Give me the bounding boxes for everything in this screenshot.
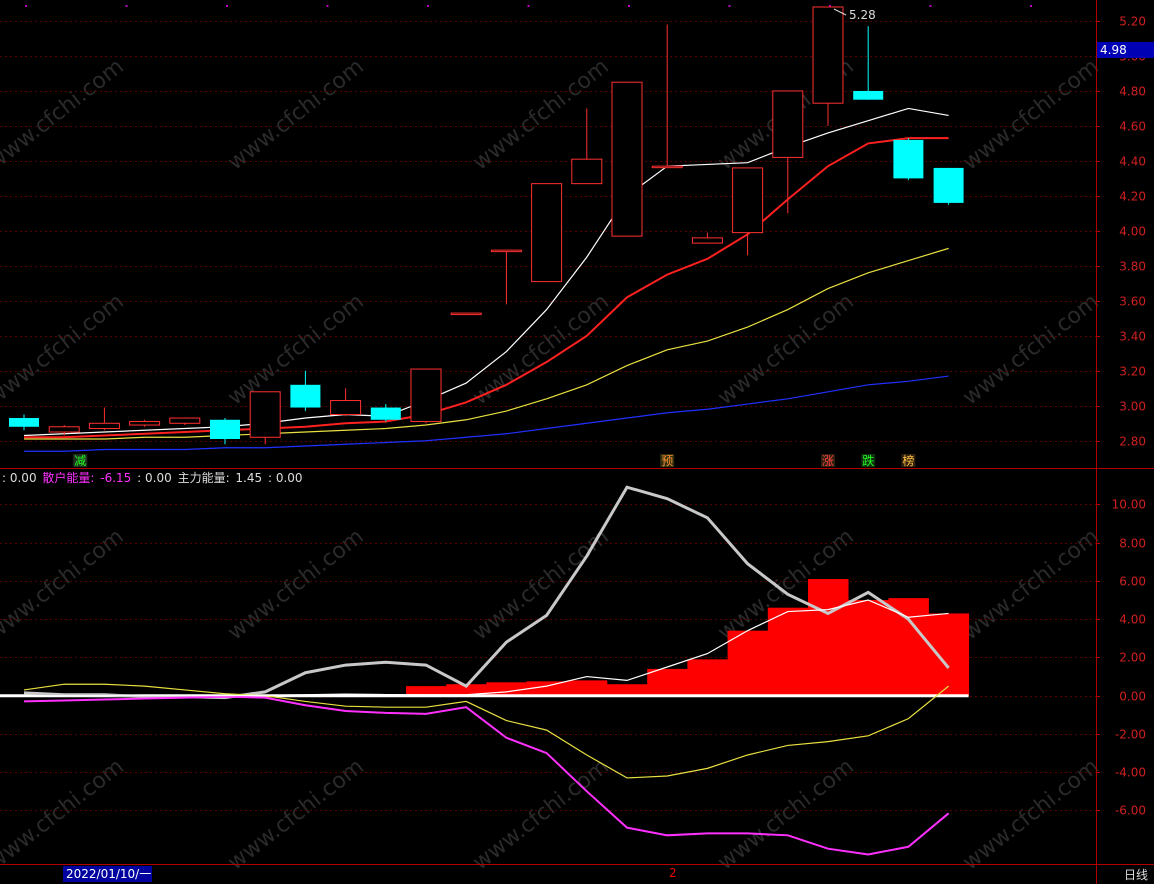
candle-body <box>410 368 442 423</box>
energy-bar <box>566 680 608 696</box>
y-tick-label: 4.80 <box>1119 85 1146 99</box>
energy-bar <box>848 600 889 696</box>
top-dot <box>628 5 630 7</box>
y-tick-label: 8.00 <box>1119 537 1146 551</box>
legend-value-main: 1.45 <box>235 471 263 485</box>
watermark-text: www.cfchi.com <box>958 54 1103 175</box>
candle-body <box>249 391 281 438</box>
candle-body <box>210 419 240 440</box>
candle-body <box>490 249 522 253</box>
candle-body <box>450 312 482 316</box>
legend-label-main: 主力能量: <box>177 471 234 485</box>
y-tick-label: 3.00 <box>1119 400 1146 414</box>
signal-marker: 榜 <box>902 453 914 468</box>
y-tick-label: -4.00 <box>1115 766 1146 780</box>
energy-bar <box>808 579 849 696</box>
top-dot <box>728 5 731 7</box>
candle-body <box>330 400 362 416</box>
stock-chart-canvas[interactable]: www.cfchi.com www.cfchi.com www.cfchi.com w… <box>0 0 1154 884</box>
legend-item-4: : 0.00 <box>267 471 303 485</box>
y-tick-label: 6.00 <box>1119 575 1146 589</box>
watermark-text: www.cfchi.com <box>468 54 613 175</box>
candle-body <box>290 384 321 408</box>
watermark-text: www.cfchi.com <box>0 754 129 875</box>
high-price-label: 5.28 <box>849 8 876 22</box>
energy-bar <box>928 613 970 696</box>
energy-bar <box>647 668 688 696</box>
candle-body <box>9 418 39 427</box>
y-tick-label: 0.00 <box>1119 690 1146 704</box>
top-dot <box>1030 5 1032 7</box>
legend-label-retail: 散户能量: <box>42 471 99 485</box>
y-tick-label: 10.00 <box>1112 498 1146 512</box>
candle-body <box>531 183 563 283</box>
y-tick-label: 5.20 <box>1119 15 1146 29</box>
candle-body <box>129 421 161 426</box>
watermark-text: www.cfchi.com <box>713 289 858 410</box>
y-tick-label: -6.00 <box>1115 804 1146 818</box>
candle-body <box>933 167 964 203</box>
legend-item-0: : 0.00 <box>2 471 37 485</box>
candle-body <box>772 90 804 158</box>
candle-body <box>48 426 80 433</box>
candle-body <box>370 407 401 420</box>
top-dot <box>226 5 228 7</box>
top-dot <box>125 5 128 7</box>
candle-body <box>893 139 924 179</box>
top-dot <box>929 5 932 7</box>
y-tick-label: 4.20 <box>1119 190 1146 204</box>
watermark-text: www.cfchi.com <box>0 54 129 175</box>
candle-body <box>571 158 603 185</box>
y-tick-label: 4.40 <box>1119 155 1146 169</box>
top-dot <box>326 5 329 7</box>
energy-bar <box>888 598 929 696</box>
candle-body <box>611 81 643 237</box>
y-tick-label: 2.00 <box>1119 651 1146 665</box>
signal-marker: 涨 <box>822 453 834 468</box>
watermark-text: www.cfchi.com <box>223 54 368 175</box>
candle-body <box>651 165 683 169</box>
y-tick-label: -2.00 <box>1115 728 1146 742</box>
top-dot <box>25 5 27 7</box>
indicator-line <box>23 695 950 856</box>
watermark-text: www.cfchi.com <box>958 289 1103 410</box>
y-tick-label: 4.00 <box>1119 613 1146 627</box>
energy-bar <box>727 630 769 696</box>
energy-bar <box>687 659 728 696</box>
candle-body <box>812 6 844 104</box>
y-tick-label: 2.80 <box>1119 435 1146 449</box>
watermark-text: www.cfchi.com <box>958 524 1103 645</box>
watermark-text: www.cfchi.com <box>0 524 129 645</box>
date-cursor-label[interactable]: 2022/01/10/一 <box>63 866 152 882</box>
legend-value-retail: -6.15 <box>100 471 132 485</box>
candle-body <box>169 417 201 424</box>
y-tick-label: 3.40 <box>1119 330 1146 344</box>
candle-body <box>732 167 764 234</box>
page-number: 2 <box>669 866 677 880</box>
energy-bar <box>486 682 527 696</box>
energy-bar <box>767 607 809 696</box>
energy-bar <box>607 684 648 696</box>
signal-marker: 减 <box>74 454 86 468</box>
indicator-legend: : 0.00 散户能量: -6.15 : 0.00 主力能量: 1.45 : 0… <box>2 469 305 486</box>
y-tick-label: 3.20 <box>1119 365 1146 379</box>
signal-marker: 跌 <box>862 453 874 468</box>
candle-body <box>853 90 884 100</box>
watermark-text: www.cfchi.com <box>223 524 368 645</box>
y-tick-label: 4.60 <box>1119 120 1146 134</box>
watermark-text: www.cfchi.com <box>0 289 129 410</box>
watermark-text: www.cfchi.com <box>468 524 613 645</box>
top-dot <box>427 5 429 7</box>
y-tick-label: 3.60 <box>1119 295 1146 309</box>
y-tick-label: 4.00 <box>1119 225 1146 239</box>
candle-body <box>691 237 723 244</box>
signal-marker: 预 <box>661 454 673 468</box>
legend-item-2: : 0.00 <box>137 471 172 485</box>
y-tick-label: 3.80 <box>1119 260 1146 274</box>
current-price-marker: 4.98 <box>1097 42 1154 58</box>
top-dot <box>527 5 530 7</box>
candle-body <box>88 422 120 430</box>
period-selector[interactable]: 日线 <box>1124 866 1148 883</box>
